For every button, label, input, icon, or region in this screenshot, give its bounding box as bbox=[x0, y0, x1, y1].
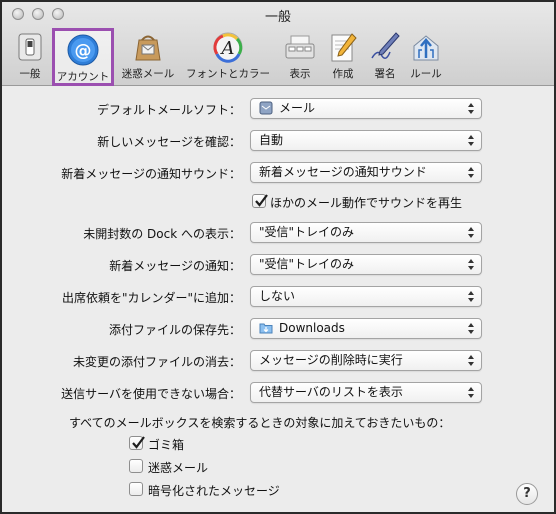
outgoing-server-value: 代替サーバのリストを表示 bbox=[259, 385, 403, 399]
toolbar-junk-label: 迷惑メール bbox=[121, 68, 175, 80]
new-notify-popup[interactable]: "受信"トレイのみ bbox=[250, 254, 482, 275]
dock-unread-popup[interactable]: "受信"トレイのみ bbox=[250, 222, 482, 243]
remove-attachments-label: 未変更の添付ファイルの消去： bbox=[72, 355, 241, 369]
search-trash-checkbox[interactable] bbox=[129, 436, 145, 450]
toolbar-rules[interactable]: ルール bbox=[408, 28, 444, 82]
play-sounds-label: ほかのメール動作でサウンドを再生 bbox=[270, 196, 463, 210]
new-notify-label: 新着メッセージの通知： bbox=[109, 259, 241, 273]
toolbar-rules-label: ルール bbox=[410, 68, 442, 80]
at-sign-icon: @ bbox=[67, 34, 99, 66]
toolbar-junk[interactable]: 迷惑メール bbox=[120, 28, 176, 82]
help-button[interactable]: ? bbox=[516, 483, 538, 505]
display-icon bbox=[285, 35, 315, 59]
new-sound-value: 新着メッセージの通知サウンド bbox=[259, 165, 427, 179]
downloads-folder-icon bbox=[259, 323, 273, 334]
calendar-value: しない bbox=[259, 289, 296, 303]
general-settings-pane: デフォルトメールソフト： メール 新しいメッセージを確認： 自動 新着メッセージ… bbox=[2, 87, 554, 512]
popup-arrows-icon bbox=[468, 227, 474, 238]
play-sounds-checkbox[interactable] bbox=[252, 194, 268, 208]
toolbar-viewing[interactable]: 表示 bbox=[282, 28, 318, 82]
popup-arrows-icon bbox=[468, 259, 474, 270]
search-section-heading: すべてのメールボックスを検索するときの対象に加えておきたいもの： bbox=[69, 416, 451, 430]
font-color-icon: A bbox=[213, 32, 243, 63]
download-folder-popup[interactable]: Downloads bbox=[250, 318, 482, 339]
check-new-value: 自動 bbox=[259, 133, 284, 147]
search-encrypted-label: 暗号化されたメッセージ bbox=[148, 484, 280, 498]
signature-pen-icon bbox=[371, 32, 400, 59]
search-junk-checkbox[interactable] bbox=[129, 459, 143, 473]
popup-arrows-icon bbox=[468, 387, 474, 398]
popup-arrows-icon bbox=[468, 103, 474, 114]
default-mail-label: デフォルトメールソフト： bbox=[96, 103, 241, 117]
new-sound-label: 新着メッセージの通知サウンド： bbox=[61, 167, 241, 181]
svg-text:A: A bbox=[220, 38, 235, 59]
preferences-window: 一般 一般 @ アカウント 迷惑メール A フォントとカラー 表示 作成 署名 … bbox=[0, 0, 556, 514]
window-title: 一般 bbox=[264, 10, 291, 25]
calendar-label: 出席依頼を"カレンダー"に追加： bbox=[61, 291, 241, 305]
popup-arrows-icon bbox=[468, 323, 474, 334]
dock-unread-value: "受信"トレイのみ bbox=[259, 225, 355, 239]
title-toolbar: 一般 一般 @ アカウント 迷惑メール A フォントとカラー 表示 作成 署名 … bbox=[2, 2, 554, 86]
search-junk-label: 迷惑メール bbox=[148, 461, 209, 475]
checkmark-icon bbox=[132, 436, 145, 449]
new-sound-popup[interactable]: 新着メッセージの通知サウンド bbox=[250, 162, 482, 183]
rules-arrows-icon bbox=[413, 35, 439, 61]
mail-app-icon bbox=[259, 101, 273, 115]
checkmark-icon bbox=[255, 194, 268, 207]
default-mail-value: メール bbox=[279, 101, 316, 115]
default-mail-popup[interactable]: メール bbox=[250, 98, 482, 119]
popup-arrows-icon bbox=[468, 135, 474, 146]
outgoing-server-popup[interactable]: 代替サーバのリストを表示 bbox=[250, 382, 482, 403]
dock-unread-label: 未開封数の Dock への表示： bbox=[83, 227, 241, 241]
toolbar-signatures[interactable]: 署名 bbox=[368, 28, 402, 82]
search-trash-label: ゴミ箱 bbox=[148, 438, 185, 452]
remove-attachments-value: メッセージの削除時に実行 bbox=[259, 353, 403, 367]
toolbar-accounts[interactable]: @ アカウント bbox=[52, 28, 114, 86]
svg-text:@: @ bbox=[75, 41, 92, 61]
popup-arrows-icon bbox=[468, 291, 474, 302]
new-notify-value: "受信"トレイのみ bbox=[259, 257, 355, 271]
popup-arrows-icon bbox=[468, 355, 474, 366]
toolbar-fonts-colors-label: フォントとカラー bbox=[186, 68, 270, 80]
check-new-popup[interactable]: 自動 bbox=[250, 130, 482, 151]
junk-mail-bag-icon bbox=[135, 35, 161, 61]
download-folder-value: Downloads bbox=[279, 321, 345, 335]
search-encrypted-checkbox[interactable] bbox=[129, 482, 143, 496]
compose-pencil-icon bbox=[331, 33, 357, 62]
download-folder-label: 添付ファイルの保存先： bbox=[108, 323, 241, 337]
toolbar-fonts-colors[interactable]: A フォントとカラー bbox=[186, 28, 270, 82]
calendar-popup[interactable]: しない bbox=[250, 286, 482, 307]
remove-attachments-popup[interactable]: メッセージの削除時に実行 bbox=[250, 350, 482, 371]
outgoing-server-label: 送信サーバを使用できない場合： bbox=[61, 387, 241, 401]
general-switch-icon bbox=[18, 33, 42, 61]
toolbar-general[interactable]: 一般 bbox=[10, 28, 50, 82]
toolbar-composing[interactable]: 作成 bbox=[326, 28, 360, 82]
popup-arrows-icon bbox=[468, 167, 474, 178]
check-new-label: 新しいメッセージを確認： bbox=[97, 135, 241, 149]
